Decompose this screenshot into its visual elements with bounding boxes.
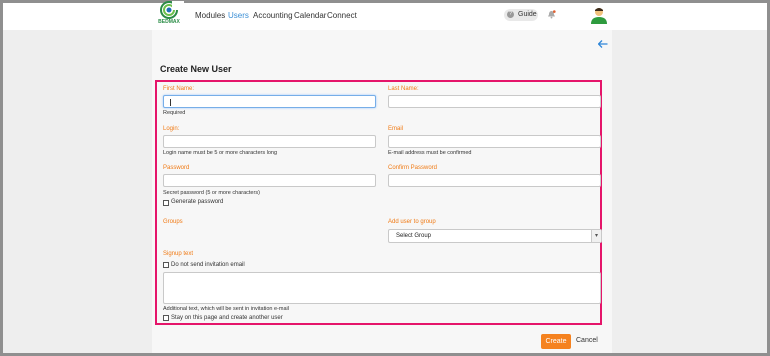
nav-connect[interactable]: Connect — [327, 11, 357, 20]
stay-on-page-checkbox[interactable] — [163, 315, 169, 321]
signup-text-label: Signup text — [163, 251, 194, 257]
generate-password-checkbox[interactable] — [163, 200, 169, 206]
nav-modules[interactable]: Modules — [195, 11, 225, 20]
logo-swirl-icon — [160, 1, 184, 19]
user-avatar[interactable] — [590, 6, 608, 26]
group-select-value: Select Group — [396, 233, 432, 239]
add-to-group-label: Add user to group — [388, 219, 436, 225]
confirm-password-label: Confirm Password — [388, 165, 438, 171]
email-help: E-mail address must be confirmed — [388, 150, 472, 156]
signup-textarea[interactable] — [163, 272, 601, 304]
cancel-button[interactable]: Cancel — [576, 337, 598, 344]
guide-label: Guide — [518, 11, 537, 18]
no-invitation-label: Do not send invitation email — [171, 262, 245, 268]
signup-help: Additional text, which will be sent in i… — [163, 306, 289, 312]
logo-text: BEDMAX — [158, 19, 180, 25]
login-input[interactable] — [163, 135, 376, 148]
chevron-down-icon: ▾ — [591, 230, 601, 242]
top-bar — [3, 3, 767, 30]
last-name-input[interactable] — [388, 95, 601, 108]
first-name-help: Required — [163, 110, 186, 116]
logo[interactable]: BEDMAX — [154, 1, 184, 27]
avatar-icon — [591, 8, 607, 24]
page-title: Create New User — [160, 64, 232, 74]
notifications-icon[interactable] — [547, 10, 556, 21]
nav-users[interactable]: Users — [228, 11, 249, 20]
confirm-password-input[interactable] — [388, 174, 601, 187]
login-label: Login: — [163, 126, 180, 132]
password-label: Password — [163, 165, 190, 171]
nav-accounting[interactable]: Accounting — [253, 11, 293, 20]
email-input[interactable] — [388, 135, 601, 148]
no-invitation-checkbox[interactable] — [163, 262, 169, 268]
password-help: Secret password (5 or more characters) — [163, 190, 260, 196]
group-select[interactable]: Select Group ▾ — [388, 229, 602, 243]
last-name-label: Last Name: — [388, 86, 419, 92]
back-arrow-icon[interactable] — [597, 40, 608, 50]
text-caret — [170, 99, 171, 106]
first-name-label: First Name: — [163, 86, 195, 92]
login-help: Login name must be 5 or more characters … — [163, 150, 278, 156]
first-name-input[interactable] — [163, 95, 376, 108]
groups-label: Groups — [163, 219, 183, 225]
guide-button[interactable]: ? Guide — [504, 9, 538, 21]
stay-on-page-label: Stay on this page and create another use… — [171, 315, 283, 321]
help-icon: ? — [507, 11, 514, 18]
nav-calendar[interactable]: Calendar — [294, 11, 326, 20]
password-input[interactable] — [163, 174, 376, 187]
generate-password-label: Generate password — [171, 199, 224, 205]
create-button[interactable]: Create — [541, 334, 571, 349]
email-label: Email — [388, 126, 404, 132]
